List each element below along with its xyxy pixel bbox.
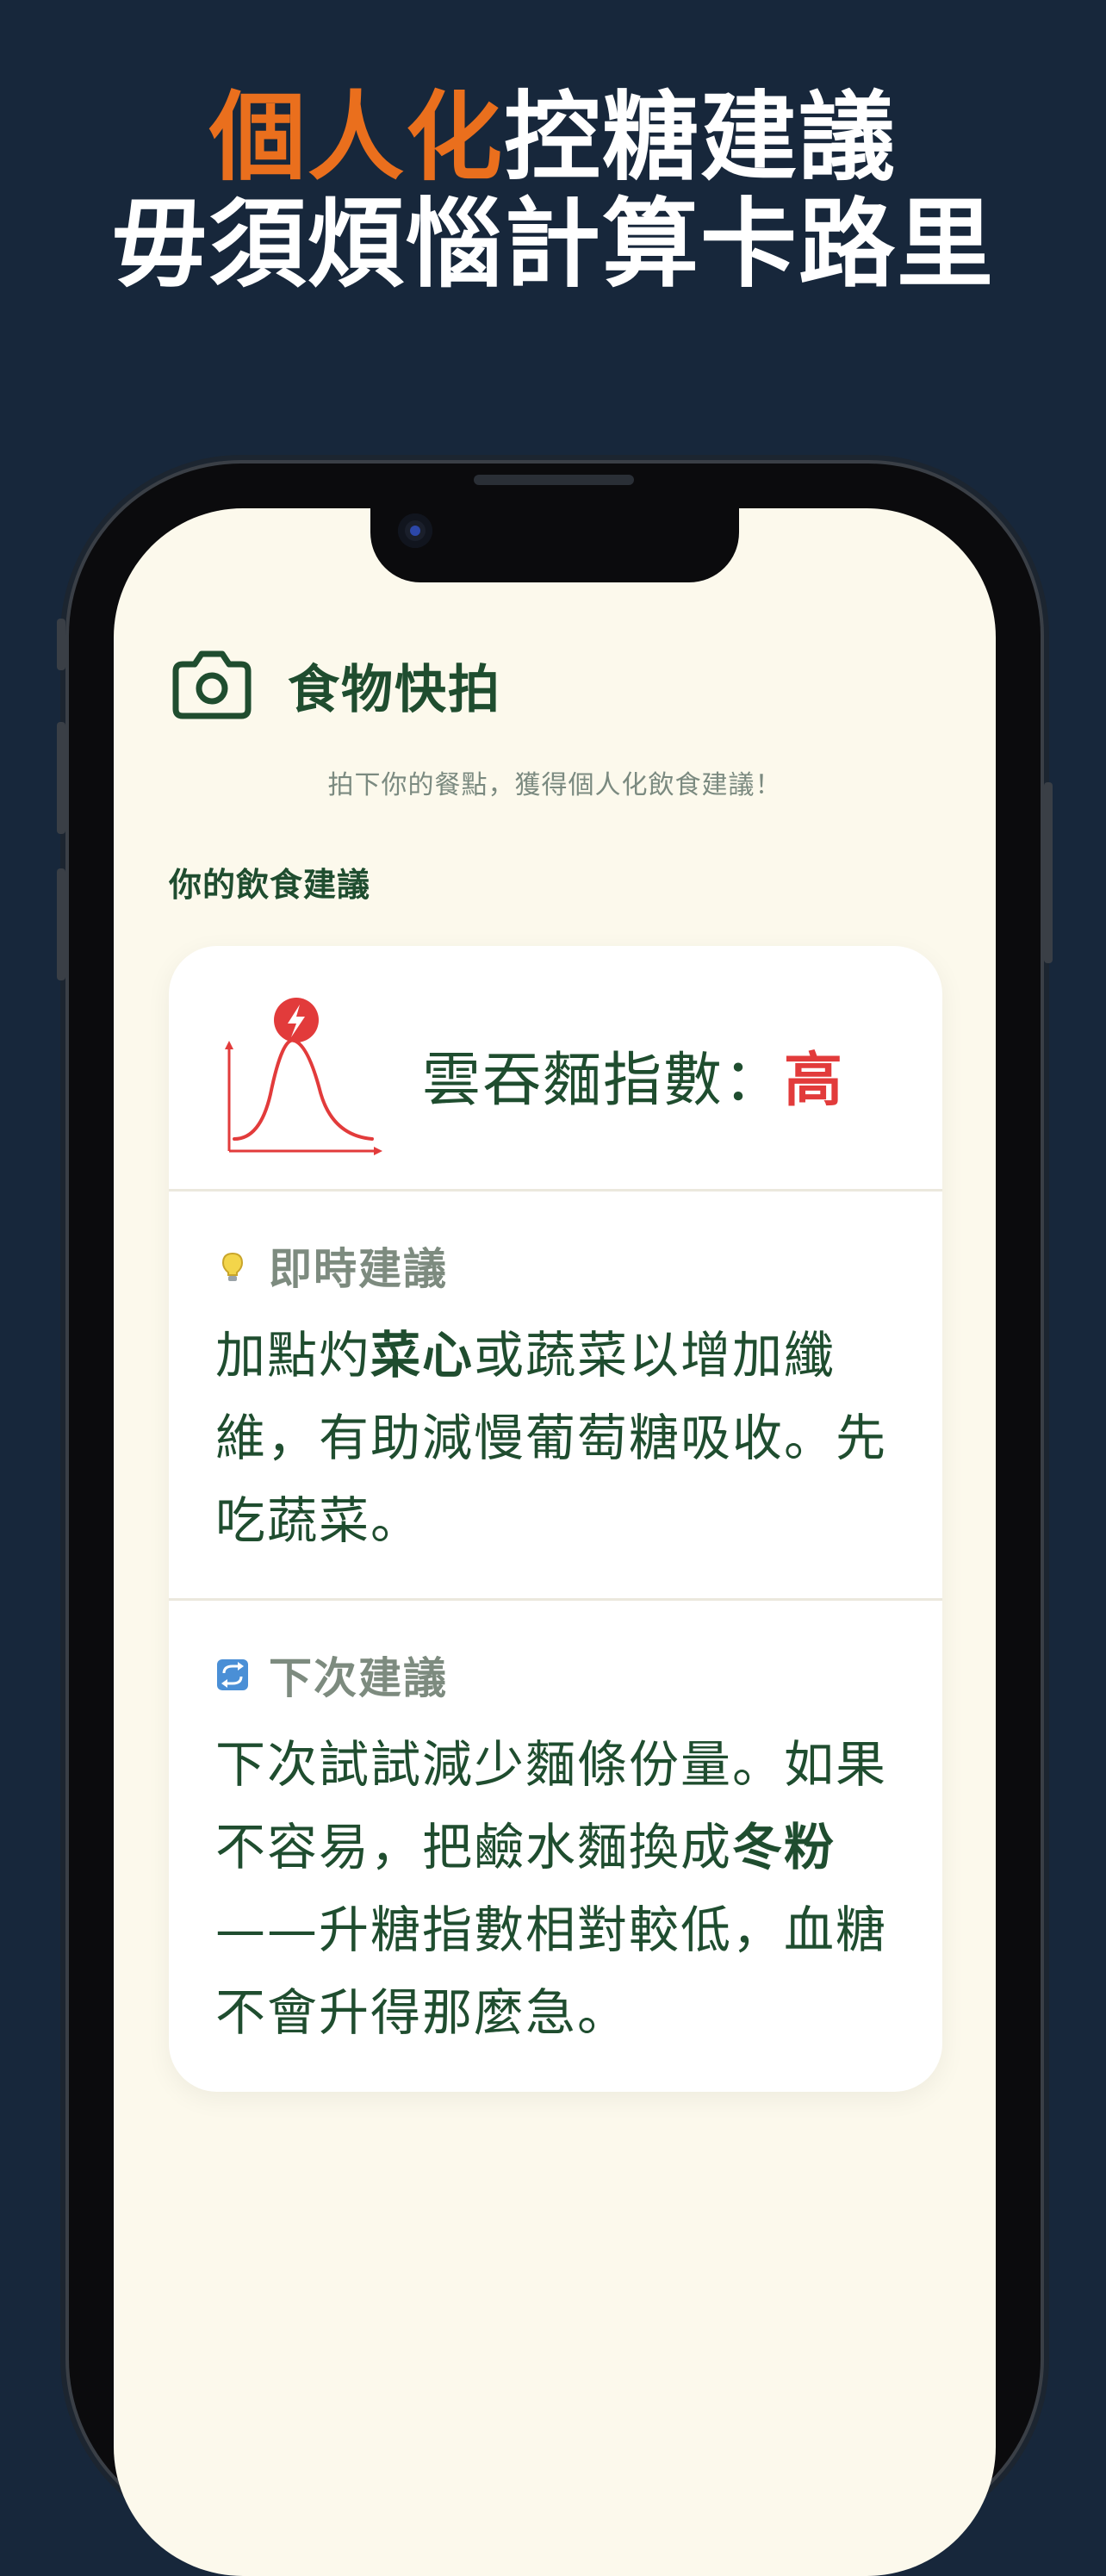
immediate-advice-header: 即時建議 (215, 1235, 448, 1297)
food-index: 雲吞麵指數：高 (422, 1032, 844, 1117)
next-time-advice-header: 下次建議 (215, 1644, 448, 1706)
volume-up-button (57, 722, 65, 834)
next-text-highlight: 冬粉 (732, 1818, 836, 1876)
section-label: 你的飲食建議 (169, 866, 371, 904)
immediate-text-highlight: 菜心 (370, 1326, 475, 1384)
index-header: 雲吞麵指數：高 (169, 946, 942, 1192)
next-time-advice-text: 下次試試減少麵條份量。如果不容易，把鹼水麵換成冬粉——升糖指數相對較低，血糖不會… (215, 1723, 904, 2054)
headline-line-2: 毋須煩惱計算卡路里 (111, 189, 995, 301)
speaker-grille (474, 475, 634, 485)
front-camera (398, 513, 432, 548)
power-button (1044, 782, 1053, 963)
promo-headline: 個人化控糖建議 毋須煩惱計算卡路里 (0, 84, 1106, 298)
immediate-advice-label: 即時建議 (269, 1244, 448, 1294)
app-screen: 食物快拍 拍下你的餐點，獲得個人化飲食建議！ 你的飲食建議 雲吞麵指數：高 即時… (114, 508, 996, 2576)
phone-frame: 食物快拍 拍下你的餐點，獲得個人化飲食建議！ 你的飲食建議 雲吞麵指數：高 即時… (57, 464, 1053, 2576)
headline-accent: 個人化 (209, 82, 504, 194)
mute-switch (57, 619, 65, 670)
next-text-part: ——升糖指數相對較低，血糖不會升得那麼急。 (215, 1901, 888, 2042)
immediate-text-part: 加點灼 (215, 1326, 371, 1384)
app-subtitle: 拍下你的餐點，獲得個人化飲食建議！ (327, 770, 782, 800)
app-title: 食物快拍 (288, 659, 501, 720)
headline-rest: 控糖建議 (504, 82, 897, 194)
food-index-level: 高 (784, 1047, 845, 1115)
glucose-spike-icon (225, 998, 382, 1155)
volume-down-button (57, 868, 65, 980)
camera-icon[interactable] (169, 649, 255, 721)
immediate-advice: 即時建議 加點灼菜心或蔬菜以增加纖維，有助減慢葡萄糖吸收。先吃蔬菜。 (169, 1192, 942, 1601)
app-header: 食物快拍 (169, 638, 501, 732)
advice-card: 雲吞麵指數：高 即時建議 加點灼菜心或蔬菜以增加纖維，有助減慢葡萄糖吸收。先吃蔬… (169, 946, 942, 2092)
immediate-advice-text: 加點灼菜心或蔬菜以增加纖維，有助減慢葡萄糖吸收。先吃蔬菜。 (215, 1314, 904, 1562)
lightbulb-icon (221, 1252, 244, 1281)
repeat-icon (217, 1659, 248, 1690)
next-time-advice: 下次建議 下次試試減少麵條份量。如果不容易，把鹼水麵換成冬粉——升糖指數相對較低… (169, 1601, 942, 2092)
food-index-label: 雲吞麵指數： (422, 1047, 785, 1115)
next-time-advice-label: 下次建議 (269, 1653, 448, 1703)
headline-line-1: 個人化控糖建議 (0, 84, 1106, 191)
